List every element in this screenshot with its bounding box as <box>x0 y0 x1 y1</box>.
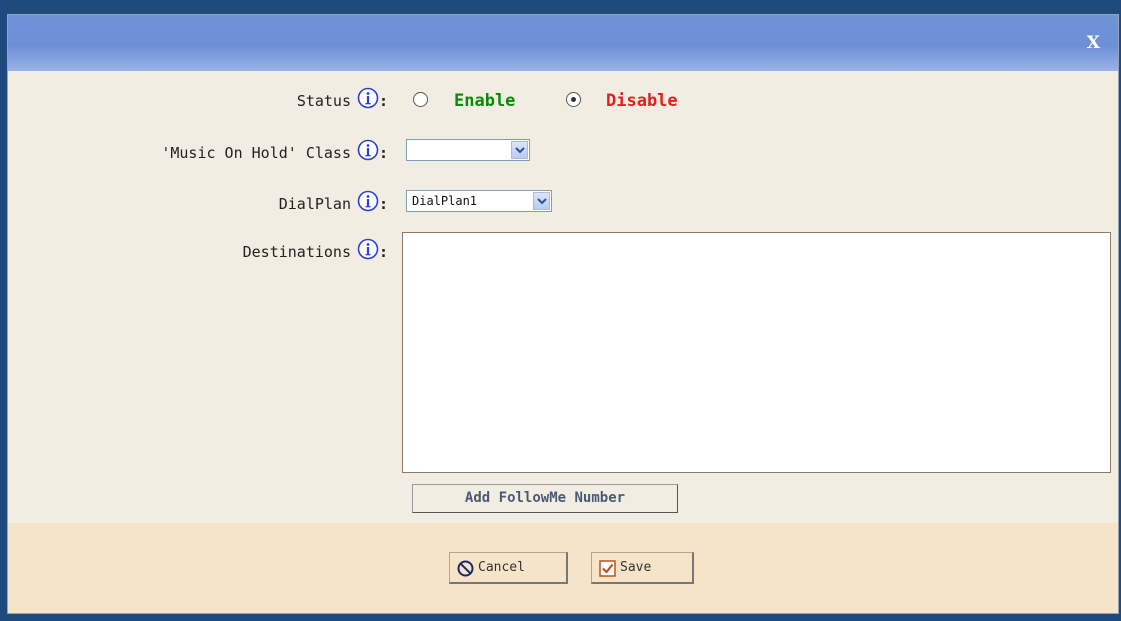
checkbox-check-icon <box>599 560 616 577</box>
info-icon[interactable] <box>357 87 379 109</box>
cancel-icon <box>457 560 474 577</box>
close-button[interactable]: X <box>1087 33 1100 53</box>
status-colon: : <box>379 92 389 110</box>
destinations-colon: : <box>379 243 389 261</box>
moh-row: 'Music On Hold' Class : <box>8 138 399 168</box>
dialplan-row: DialPlan : <box>8 189 399 219</box>
destinations-label: Destinations <box>242 243 351 261</box>
dialog-footer: Cancel Save <box>8 523 1118 613</box>
followme-dialog: X Status : Enable Disable 'Music On Hold… <box>7 14 1119 614</box>
dialplan-value: DialPlan1 <box>412 194 478 208</box>
save-button[interactable]: Save <box>591 552 694 584</box>
chevron-down-icon[interactable] <box>511 141 528 159</box>
disable-radio[interactable] <box>566 92 581 107</box>
info-icon[interactable] <box>357 238 379 260</box>
enable-radio[interactable] <box>413 92 428 107</box>
enable-label[interactable]: Enable <box>454 86 515 116</box>
disable-label[interactable]: Disable <box>606 86 678 116</box>
dialplan-select[interactable]: DialPlan1 <box>406 190 552 212</box>
dialog-titlebar: X <box>8 15 1118 71</box>
chevron-down-icon[interactable] <box>533 192 550 210</box>
moh-class-select[interactable] <box>406 139 530 161</box>
save-label: Save <box>620 560 652 575</box>
moh-colon: : <box>379 144 389 162</box>
status-row: Status : <box>8 86 399 116</box>
add-followme-number-button[interactable]: Add FollowMe Number <box>412 484 678 513</box>
status-label: Status <box>296 92 351 110</box>
destinations-row: Destinations : <box>8 237 399 267</box>
radio-selected-dot <box>571 97 576 102</box>
destinations-textarea[interactable] <box>402 232 1111 473</box>
cancel-button[interactable]: Cancel <box>449 552 568 584</box>
info-icon[interactable] <box>357 139 379 161</box>
dialplan-label: DialPlan <box>278 195 351 213</box>
cancel-label: Cancel <box>478 560 525 575</box>
moh-label: 'Music On Hold' Class <box>161 144 351 162</box>
info-icon[interactable] <box>357 190 379 212</box>
dialplan-colon: : <box>379 195 389 213</box>
